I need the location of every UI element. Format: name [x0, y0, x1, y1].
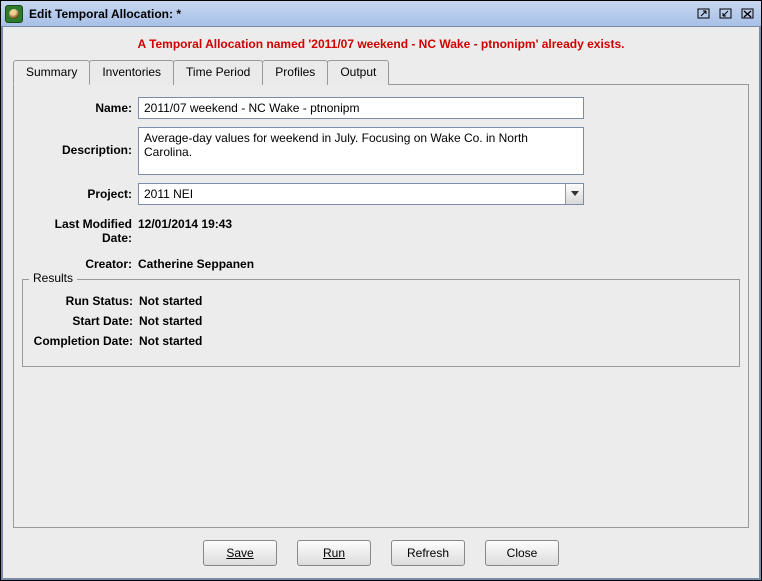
- minimize-icon[interactable]: [695, 6, 713, 22]
- name-input[interactable]: [138, 97, 584, 119]
- window-controls: [695, 6, 757, 22]
- maximize-icon[interactable]: [717, 6, 735, 22]
- start-date-label: Start Date:: [31, 314, 139, 328]
- last-modified-value: 12/01/2014 19:43: [138, 213, 232, 231]
- completion-date-label: Completion Date:: [31, 334, 139, 348]
- window-title: Edit Temporal Allocation: *: [29, 7, 695, 21]
- creator-label: Creator:: [22, 253, 138, 271]
- run-status-value: Not started: [139, 294, 202, 308]
- warning-message: A Temporal Allocation named '2011/07 wee…: [3, 27, 759, 59]
- tab-output[interactable]: Output: [327, 60, 389, 85]
- save-button-label: Save: [226, 546, 253, 560]
- completion-date-value: Not started: [139, 334, 202, 348]
- app-icon: [5, 5, 23, 23]
- tab-inventories[interactable]: Inventories: [89, 60, 174, 85]
- save-button[interactable]: Save: [203, 540, 277, 566]
- last-modified-label: Last Modified Date:: [22, 213, 138, 245]
- refresh-button[interactable]: Refresh: [391, 540, 465, 566]
- close-icon[interactable]: [739, 6, 757, 22]
- creator-value: Catherine Seppanen: [138, 253, 254, 271]
- title-bar: Edit Temporal Allocation: *: [1, 1, 761, 27]
- tab-summary[interactable]: Summary: [13, 60, 90, 85]
- description-input[interactable]: [138, 127, 584, 175]
- results-group: Results Run Status: Not started Start Da…: [22, 279, 740, 367]
- project-select[interactable]: 2011 NEI: [138, 183, 584, 205]
- close-button[interactable]: Close: [485, 540, 559, 566]
- tab-strip: Summary Inventories Time Period Profiles…: [13, 60, 749, 85]
- tab-time-period[interactable]: Time Period: [173, 60, 263, 85]
- tab-profiles[interactable]: Profiles: [262, 60, 328, 85]
- run-button-label: Run: [323, 546, 345, 560]
- name-label: Name:: [22, 97, 138, 115]
- description-label: Description:: [22, 127, 138, 157]
- results-legend: Results: [29, 271, 77, 285]
- run-status-label: Run Status:: [31, 294, 139, 308]
- tab-panel-summary: Name: Description: Project: 2011 NEI Las…: [13, 84, 749, 528]
- window-body: A Temporal Allocation named '2011/07 wee…: [1, 27, 761, 580]
- chevron-down-icon[interactable]: [565, 184, 583, 204]
- start-date-value: Not started: [139, 314, 202, 328]
- button-bar: Save Run Refresh Close: [3, 528, 759, 578]
- project-value: 2011 NEI: [139, 184, 565, 204]
- project-label: Project:: [22, 183, 138, 201]
- run-button[interactable]: Run: [297, 540, 371, 566]
